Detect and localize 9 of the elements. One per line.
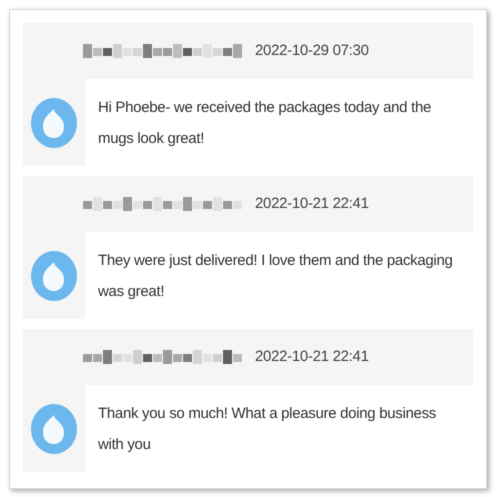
message-text: Thank you so much! What a pleasure doing business with you (98, 404, 437, 454)
message-time: 2022-10-21 22:41 (255, 194, 369, 214)
message-time: 2022-10-29 07:30 (255, 40, 369, 61)
avatar-icon (31, 98, 77, 148)
message-text: They were just delivered! I love them and the packaging was great! (98, 250, 454, 302)
message-time: 2022-10-21 22:41 (255, 346, 369, 367)
avatar-icon (31, 404, 77, 454)
avatar-icon (31, 250, 77, 300)
message-text: Hi Phoebe- we received the packages today and the mugs look great! (98, 98, 432, 148)
